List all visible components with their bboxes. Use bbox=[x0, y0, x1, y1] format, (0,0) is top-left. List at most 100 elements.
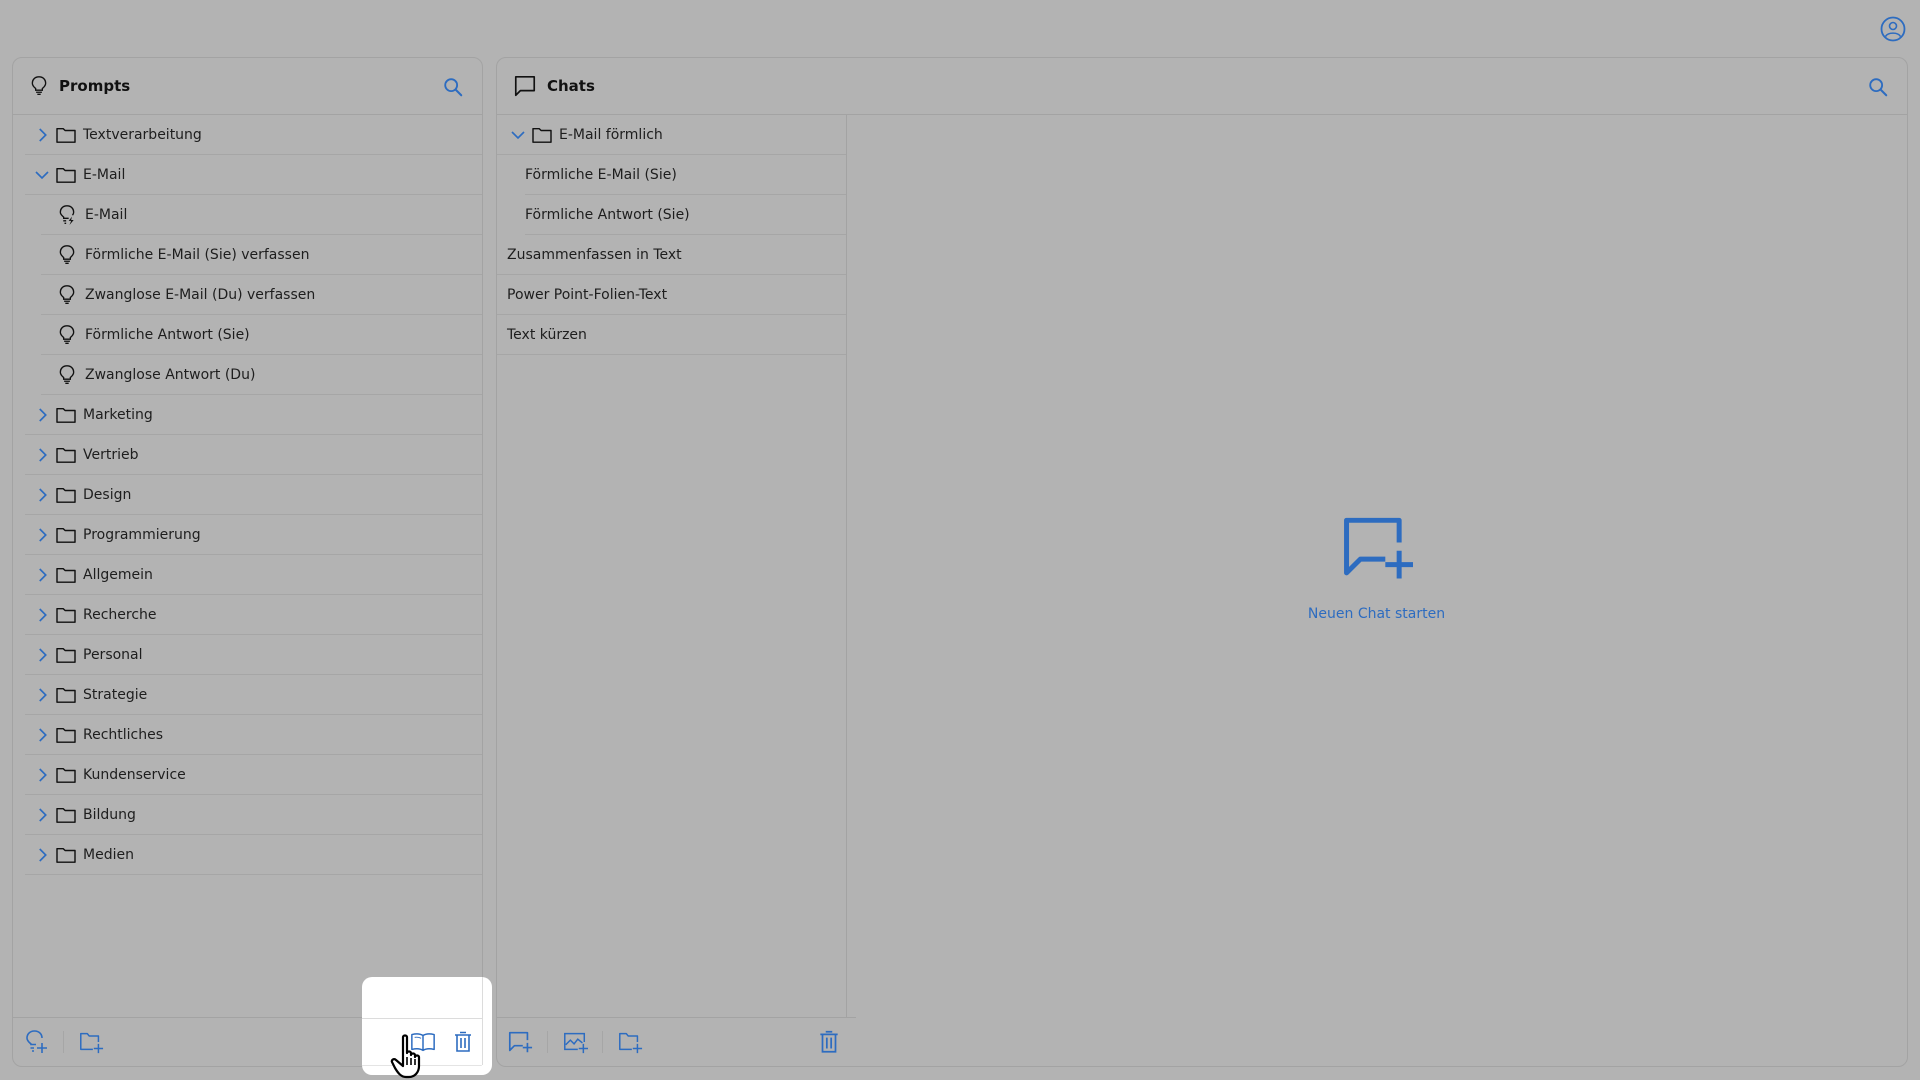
chevron-right-icon[interactable] bbox=[33, 446, 51, 464]
spotlight-highlight bbox=[362, 977, 492, 1075]
prompt-folder-row[interactable]: Medien bbox=[25, 835, 482, 875]
folder-icon bbox=[55, 766, 77, 784]
user-account-icon[interactable] bbox=[1880, 16, 1906, 42]
toolbar-separator bbox=[547, 1031, 548, 1053]
prompt-item[interactable]: Förmliche E-Mail (Sie) verfassen bbox=[41, 235, 482, 275]
chevron-right-icon[interactable] bbox=[33, 846, 51, 864]
new-folder-icon[interactable] bbox=[617, 1029, 643, 1055]
trash-icon[interactable] bbox=[816, 1029, 842, 1055]
folder-icon bbox=[55, 806, 77, 824]
new-chat-empty-state: Neuen Chat starten bbox=[846, 115, 1907, 1018]
prompt-item-label: E-Mail bbox=[85, 206, 128, 223]
new-chat-link[interactable]: Neuen Chat starten bbox=[1308, 606, 1445, 622]
trash-icon[interactable] bbox=[451, 1030, 475, 1054]
prompt-folder-label: Marketing bbox=[83, 406, 153, 423]
chevron-right-icon[interactable] bbox=[33, 486, 51, 504]
prompt-folder-row[interactable]: Marketing bbox=[25, 395, 482, 435]
prompt-folder-row[interactable]: Recherche bbox=[25, 595, 482, 635]
chevron-right-icon[interactable] bbox=[33, 646, 51, 664]
chats-header: Chats bbox=[497, 58, 1907, 115]
prompt-item[interactable]: Förmliche Antwort (Sie) bbox=[41, 315, 482, 355]
new-prompt-icon[interactable] bbox=[23, 1029, 49, 1055]
chevron-right-icon[interactable] bbox=[33, 526, 51, 544]
chevron-right-icon[interactable] bbox=[33, 806, 51, 824]
prompt-folder-label: E-Mail bbox=[83, 166, 126, 183]
chats-title: Chats bbox=[547, 77, 595, 95]
lightbulb-icon bbox=[57, 284, 77, 306]
folder-icon bbox=[55, 686, 77, 704]
chevron-down-icon[interactable] bbox=[33, 166, 51, 184]
folder-icon bbox=[55, 446, 77, 464]
library-book-icon[interactable] bbox=[410, 1029, 436, 1055]
new-chat-icon[interactable] bbox=[507, 1029, 533, 1055]
prompt-folder-row[interactable]: Vertrieb bbox=[25, 435, 482, 475]
lightbulb-bolt-icon bbox=[57, 204, 77, 226]
toolbar-separator bbox=[63, 1031, 64, 1053]
chat-plus-icon[interactable] bbox=[1335, 512, 1419, 584]
prompts-header: Prompts bbox=[13, 58, 482, 115]
prompt-item[interactable]: Zwanglose E-Mail (Du) verfassen bbox=[41, 275, 482, 315]
folder-icon bbox=[55, 166, 77, 184]
chat-item[interactable]: Förmliche Antwort (Sie) bbox=[525, 195, 846, 235]
folder-icon bbox=[55, 486, 77, 504]
prompt-item-label: Zwanglose Antwort (Du) bbox=[85, 366, 256, 383]
chevron-right-icon[interactable] bbox=[33, 606, 51, 624]
lightbulb-icon bbox=[57, 324, 77, 346]
prompt-folder-row[interactable]: Strategie bbox=[25, 675, 482, 715]
chat-item-label: Text kürzen bbox=[507, 326, 587, 343]
prompt-folder-row[interactable]: Rechtliches bbox=[25, 715, 482, 755]
footer-divider bbox=[362, 1018, 482, 1019]
prompts-title: Prompts bbox=[59, 77, 131, 95]
lightbulb-icon bbox=[29, 75, 49, 97]
prompt-folder-row[interactable]: Allgemein bbox=[25, 555, 482, 595]
chats-footer bbox=[497, 1017, 856, 1066]
prompt-folder-label: Bildung bbox=[83, 806, 136, 823]
prompt-folder-row[interactable]: Bildung bbox=[25, 795, 482, 835]
prompt-folder-label: Rechtliches bbox=[83, 726, 164, 743]
chevron-right-icon[interactable] bbox=[33, 126, 51, 144]
chevron-right-icon[interactable] bbox=[33, 686, 51, 704]
prompt-folder-row[interactable]: Programmierung bbox=[25, 515, 482, 555]
new-image-chat-icon[interactable] bbox=[562, 1029, 588, 1055]
prompts-tree: Textverarbeitung E-Mail E-Mail Förmliche E-… bbox=[13, 115, 482, 875]
chevron-right-icon[interactable] bbox=[33, 766, 51, 784]
chat-folder-row[interactable]: E-Mail förmlich bbox=[497, 115, 846, 155]
prompt-folder-row[interactable]: Personal bbox=[25, 635, 482, 675]
folder-icon bbox=[55, 126, 77, 144]
chevron-right-icon[interactable] bbox=[33, 726, 51, 744]
panel-bottom-edge bbox=[362, 1065, 482, 1066]
prompt-item-label: Förmliche E-Mail (Sie) verfassen bbox=[85, 246, 310, 263]
chat-item-label: Förmliche E-Mail (Sie) bbox=[525, 166, 677, 183]
chat-item[interactable]: Text kürzen bbox=[497, 315, 846, 355]
prompt-folder-row[interactable]: Textverarbeitung bbox=[25, 115, 482, 155]
prompt-folder-label: Vertrieb bbox=[83, 446, 139, 463]
new-folder-icon[interactable] bbox=[78, 1029, 104, 1055]
chat-item-label: Power Point-Folien-Text bbox=[507, 286, 668, 303]
chat-item[interactable]: Förmliche E-Mail (Sie) bbox=[525, 155, 846, 195]
folder-icon bbox=[55, 846, 77, 864]
chat-bubble-icon bbox=[513, 74, 537, 98]
prompt-folder-row[interactable]: Design bbox=[25, 475, 482, 515]
chat-item[interactable]: Zusammenfassen in Text bbox=[497, 235, 846, 275]
search-icon[interactable] bbox=[1867, 76, 1889, 98]
prompt-folder-label: Recherche bbox=[83, 606, 157, 623]
prompts-panel: Prompts Textverarbeitung E-Mail E-Mail Förm… bbox=[12, 57, 483, 1067]
chat-item[interactable]: Power Point-Folien-Text bbox=[497, 275, 846, 315]
chevron-down-icon[interactable] bbox=[509, 126, 527, 144]
chevron-right-icon[interactable] bbox=[33, 406, 51, 424]
lightbulb-icon bbox=[57, 244, 77, 266]
prompt-item[interactable]: Zwanglose Antwort (Du) bbox=[41, 355, 482, 395]
folder-icon bbox=[531, 126, 553, 144]
chat-item-label: Zusammenfassen in Text bbox=[507, 246, 682, 263]
prompt-folder-row[interactable]: E-Mail bbox=[25, 155, 482, 195]
folder-icon bbox=[55, 606, 77, 624]
prompt-folder-row[interactable]: Kundenservice bbox=[25, 755, 482, 795]
folder-icon bbox=[55, 566, 77, 584]
prompt-item-label: Förmliche Antwort (Sie) bbox=[85, 326, 250, 343]
prompt-folder-label: Kundenservice bbox=[83, 766, 186, 783]
search-icon[interactable] bbox=[442, 76, 464, 98]
prompt-item[interactable]: E-Mail bbox=[41, 195, 482, 235]
chevron-right-icon[interactable] bbox=[33, 566, 51, 584]
chat-item-label: Förmliche Antwort (Sie) bbox=[525, 206, 690, 223]
prompt-folder-label: Allgemein bbox=[83, 566, 153, 583]
